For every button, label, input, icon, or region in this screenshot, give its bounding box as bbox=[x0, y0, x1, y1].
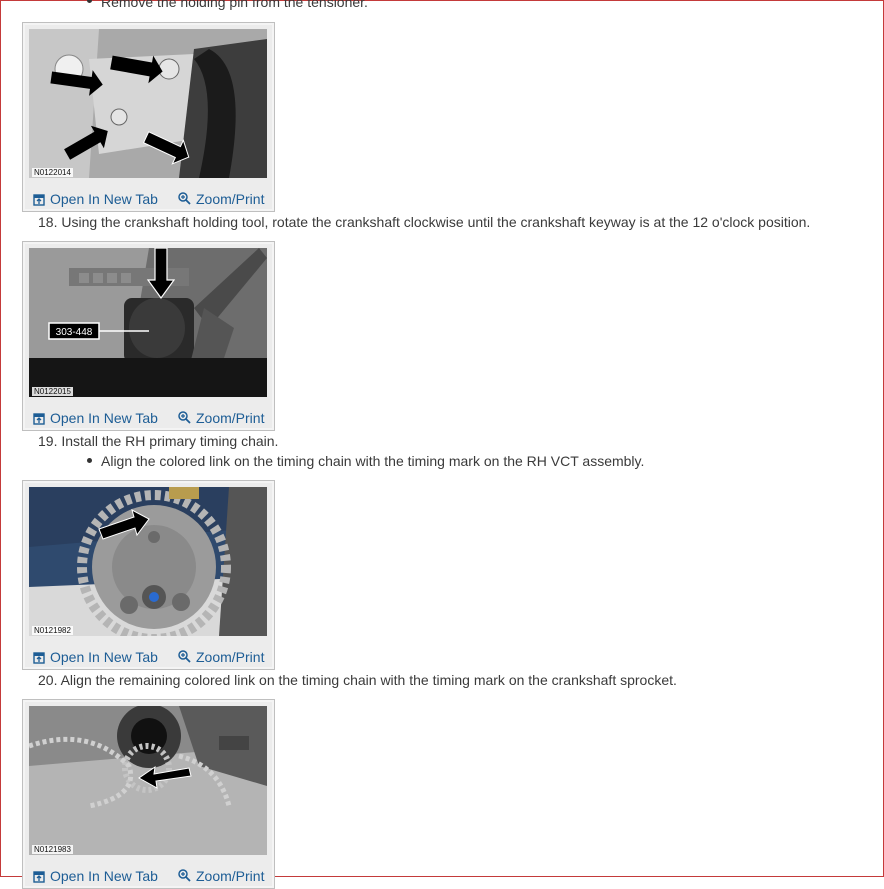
figure-code: N0121983 bbox=[32, 845, 73, 854]
open-in-new-tab-link[interactable]: Open In New Tab bbox=[33, 410, 158, 426]
zoom-magnifier-icon bbox=[178, 868, 191, 882]
zoom-print-label: Zoom/Print bbox=[196, 649, 265, 665]
figure-code: N0122014 bbox=[32, 168, 73, 177]
open-new-tab-icon bbox=[33, 651, 45, 664]
zoom-print-label: Zoom/Print bbox=[196, 410, 265, 426]
figure-code: N0122015 bbox=[32, 387, 73, 396]
zoom-print-label: Zoom/Print bbox=[196, 868, 265, 884]
figure-n0121982: N0121982 Open In New Tab Zoom/Print bbox=[22, 480, 275, 670]
zoom-print-link[interactable]: Zoom/Print bbox=[178, 189, 264, 207]
figure-n0122015: 303-448 N0122015 Open In New Tab Zoom/Pr… bbox=[22, 241, 275, 431]
zoom-print-link[interactable]: Zoom/Print bbox=[178, 647, 264, 665]
zoom-magnifier-icon bbox=[178, 410, 191, 424]
open-new-tab-icon bbox=[33, 193, 45, 206]
open-in-new-tab-label: Open In New Tab bbox=[50, 410, 158, 426]
step-18: 18. Using the crankshaft holding tool, r… bbox=[38, 213, 810, 231]
figure-image[interactable]: N0122014 bbox=[29, 29, 267, 178]
zoom-magnifier-icon bbox=[178, 649, 191, 663]
zoom-print-link[interactable]: Zoom/Print bbox=[178, 866, 264, 884]
step-bullet-remove-pin: Remove the holding pin from the tensione… bbox=[101, 0, 368, 10]
open-in-new-tab-label: Open In New Tab bbox=[50, 868, 158, 884]
figure-image[interactable]: N0121982 bbox=[29, 487, 267, 636]
figure-image[interactable]: 303-448 N0122015 bbox=[29, 248, 267, 397]
zoom-print-link[interactable]: Zoom/Print bbox=[178, 408, 264, 426]
zoom-print-label: Zoom/Print bbox=[196, 191, 265, 207]
step-text: Align the remaining colored link on the … bbox=[60, 672, 677, 688]
open-new-tab-icon bbox=[33, 412, 45, 425]
figure-n0121983: N0121983 Open In New Tab Zoom/Print bbox=[22, 699, 275, 889]
open-in-new-tab-link[interactable]: Open In New Tab bbox=[33, 191, 158, 207]
tool-callout-label: 303-448 bbox=[56, 327, 93, 338]
step-number: 20. bbox=[38, 672, 58, 688]
open-in-new-tab-label: Open In New Tab bbox=[50, 191, 158, 207]
bullet-dot bbox=[87, 0, 92, 3]
step-19-bullet: Align the colored link on the timing cha… bbox=[101, 453, 645, 469]
step-number: 18. bbox=[38, 214, 58, 230]
bullet-dot bbox=[87, 458, 92, 463]
figure-code: N0121982 bbox=[32, 626, 73, 635]
step-number: 19. bbox=[38, 433, 58, 449]
open-in-new-tab-link[interactable]: Open In New Tab bbox=[33, 868, 158, 884]
open-new-tab-icon bbox=[33, 870, 45, 883]
zoom-magnifier-icon bbox=[178, 191, 191, 205]
step-text: Using the crankshaft holding tool, rotat… bbox=[61, 214, 811, 230]
open-in-new-tab-link[interactable]: Open In New Tab bbox=[33, 649, 158, 665]
open-in-new-tab-label: Open In New Tab bbox=[50, 649, 158, 665]
figure-image[interactable]: N0121983 bbox=[29, 706, 267, 855]
step-19: 19. Install the RH primary timing chain. bbox=[38, 432, 278, 450]
step-20: 20. Align the remaining colored link on … bbox=[38, 671, 677, 689]
step-text: Install the RH primary timing chain. bbox=[61, 433, 279, 449]
figure-n0122014: N0122014 Open In New Tab Zoom/Print bbox=[22, 22, 275, 212]
